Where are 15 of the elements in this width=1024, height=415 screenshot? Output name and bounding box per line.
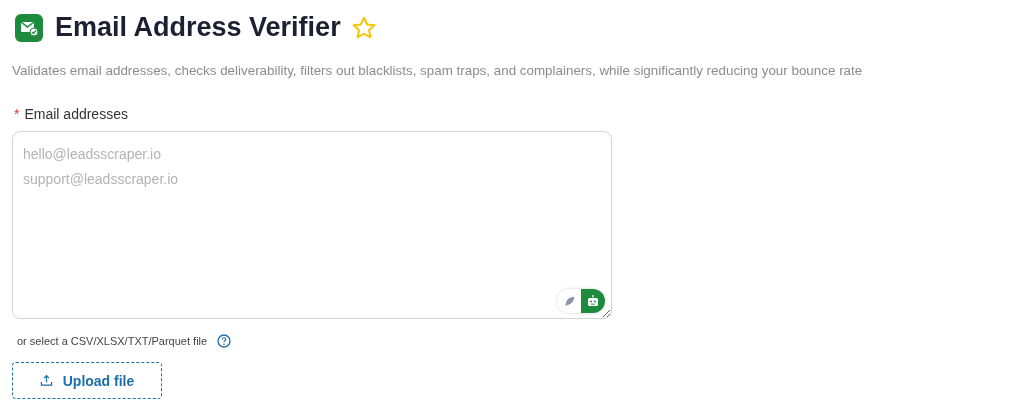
page-description: Validates email addresses, checks deliverability, filters out blacklists, spam traps, and complainers, while significantly reducing your bounce rate <box>12 63 864 78</box>
upload-file-button[interactable]: Upload file <box>12 362 162 399</box>
page-title: Email Address Verifier <box>55 12 341 43</box>
star-icon[interactable] <box>350 14 377 41</box>
email-textarea[interactable]: hello@leadsscraper.io support@leadsscraper.io <box>12 131 612 319</box>
robot-mode-button[interactable] <box>581 289 605 313</box>
feather-icon <box>562 294 576 308</box>
help-icon[interactable] <box>217 334 232 348</box>
robot-icon <box>586 294 600 308</box>
upload-icon <box>39 374 53 387</box>
feather-mode-button[interactable] <box>557 289 581 313</box>
required-mark: * <box>14 106 20 122</box>
field-label: Email addresses <box>24 106 128 122</box>
file-hint: or select a CSV/XLSX/TXT/Parquet file <box>17 335 208 347</box>
app-logo-icon <box>15 13 43 42</box>
